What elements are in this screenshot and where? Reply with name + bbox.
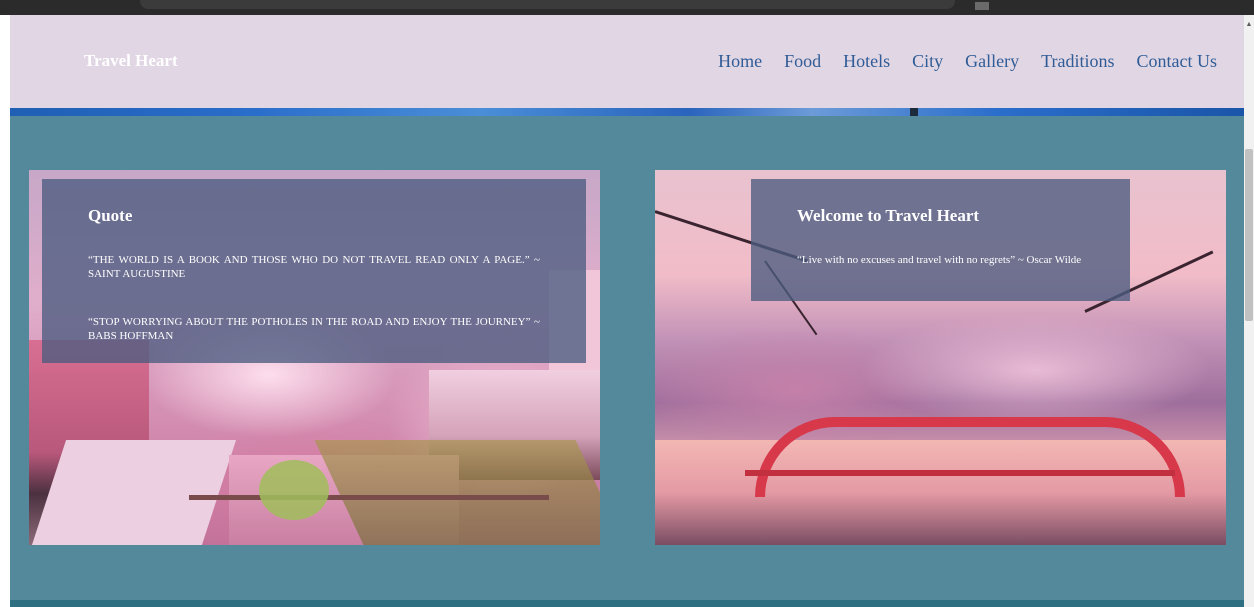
nav-contact-us[interactable]: Contact Us [1137, 51, 1218, 72]
browser-extension-icon[interactable] [975, 2, 989, 10]
vertical-scrollbar[interactable]: ▲ [1244, 15, 1254, 607]
quote-title: Quote [88, 206, 133, 225]
quote-text-2: “STOP WORRYING ABOUT THE POTHOLES IN THE… [88, 316, 540, 342]
quote-text-1: “THE WORLD IS A BOOK AND THOSE WHO DO NO… [88, 254, 540, 280]
quote-overlay: Quote “THE WORLD IS A BOOK AND THOSE WHO… [42, 179, 586, 363]
page-viewport: Travel Heart Home Food Hotels City Galle… [10, 15, 1244, 607]
nav-traditions[interactable]: Traditions [1041, 51, 1114, 72]
nav-hotels[interactable]: Hotels [843, 51, 890, 72]
browser-top-bar [0, 0, 1254, 15]
navbar: Travel Heart Home Food Hotels City Galle… [10, 15, 1244, 108]
welcome-overlay: Welcome to Travel Heart “Live with no ex… [751, 179, 1130, 301]
nav-home[interactable]: Home [718, 51, 762, 72]
nav-food[interactable]: Food [784, 51, 821, 72]
scroll-up-arrow-icon[interactable]: ▲ [1244, 19, 1254, 29]
nav-gallery[interactable]: Gallery [965, 51, 1019, 72]
browser-address-bar[interactable] [140, 0, 955, 9]
nav-city[interactable]: City [912, 51, 943, 72]
welcome-quote: “Live with no excuses and travel with no… [797, 254, 1082, 266]
site-brand[interactable]: Travel Heart [84, 51, 178, 71]
hero-image-strip [10, 108, 1244, 116]
scrollbar-thumb[interactable] [1245, 149, 1253, 321]
footer-band [10, 600, 1244, 607]
quote-card: Quote “THE WORLD IS A BOOK AND THOSE WHO… [29, 170, 600, 545]
welcome-title: Welcome to Travel Heart [797, 206, 980, 225]
main-nav: Home Food Hotels City Gallery Traditions… [718, 51, 1217, 72]
hero-image-detail [910, 108, 918, 116]
welcome-card: Welcome to Travel Heart “Live with no ex… [655, 170, 1226, 545]
